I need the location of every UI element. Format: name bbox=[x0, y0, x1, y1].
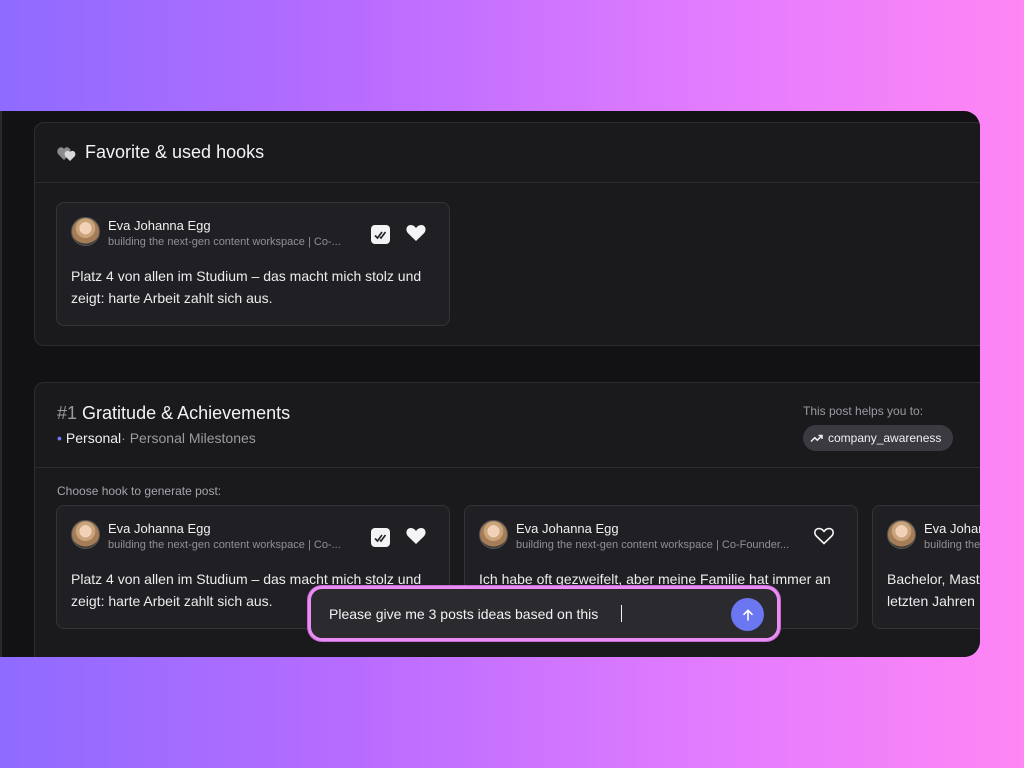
chat-input[interactable] bbox=[329, 602, 719, 626]
avatar bbox=[71, 520, 100, 549]
helps-label: This post helps you to: bbox=[803, 404, 924, 418]
text-cursor bbox=[621, 605, 622, 622]
double-check-icon bbox=[374, 534, 387, 542]
double-check-icon bbox=[374, 231, 387, 239]
hook-card[interactable]: Eva Johar building the Bachelor, Mast le… bbox=[872, 505, 980, 629]
author-name: Eva Johanna Egg bbox=[516, 521, 619, 536]
post-title-text: Gratitude & Achievements bbox=[82, 403, 291, 423]
send-button[interactable] bbox=[731, 598, 764, 631]
subcategory-label: · Personal Milestones bbox=[121, 430, 256, 446]
card-header: Eva Johanna Egg building the next-gen co… bbox=[71, 520, 435, 552]
author-name: Eva Johar bbox=[924, 521, 980, 536]
favorite-heart-button[interactable] bbox=[405, 223, 427, 243]
favorites-panel: Favorite & used hooks Eva Johanna Egg bu… bbox=[34, 122, 980, 346]
favorites-title: Favorite & used hooks bbox=[85, 142, 265, 162]
favorite-heart-button[interactable] bbox=[405, 526, 427, 546]
card-header: Eva Johanna Egg building the next-gen co… bbox=[479, 520, 843, 552]
card-header: Eva Johanna Egg building the next-gen co… bbox=[71, 217, 435, 249]
chat-input-bar bbox=[308, 586, 780, 641]
author-name: Eva Johanna Egg bbox=[108, 521, 211, 536]
heart-filled-icon bbox=[406, 225, 426, 241]
used-check-button[interactable] bbox=[371, 225, 390, 244]
author-bio: building the bbox=[924, 539, 980, 551]
goal-tag-label: company_awareness bbox=[828, 431, 942, 445]
divider bbox=[35, 467, 980, 468]
author-bio: building the next-gen content workspace … bbox=[108, 539, 341, 551]
heart-outline-icon bbox=[814, 527, 834, 545]
favorite-hook-card[interactable]: Eva Johanna Egg building the next-gen co… bbox=[56, 202, 450, 326]
trending-up-icon bbox=[810, 434, 823, 443]
heart-filled-icon bbox=[406, 528, 426, 544]
avatar bbox=[479, 520, 508, 549]
favorite-heart-button[interactable] bbox=[813, 526, 835, 546]
post-title: #1 Gratitude & Achievements bbox=[57, 403, 290, 424]
author-name: Eva Johanna Egg bbox=[108, 218, 211, 233]
avatar bbox=[887, 520, 916, 549]
hook-text: Platz 4 von allen im Studium – das macht… bbox=[71, 268, 422, 306]
used-check-button[interactable] bbox=[371, 528, 390, 547]
arrow-up-icon bbox=[742, 609, 753, 621]
hearts-icon bbox=[57, 144, 77, 162]
post-category: • Personal· Personal Milestones bbox=[57, 430, 256, 446]
hook-text: Bachelor, Mast letzten Jahren bbox=[887, 571, 980, 609]
avatar bbox=[71, 217, 100, 246]
author-bio: building the next-gen content workspace … bbox=[108, 236, 341, 248]
favorites-header: Favorite & used hooks bbox=[35, 123, 980, 183]
window-edge bbox=[0, 111, 2, 657]
post-number: #1 bbox=[57, 403, 78, 423]
app-window: Favorite & used hooks Eva Johanna Egg bu… bbox=[0, 111, 980, 657]
category-label: Personal bbox=[65, 430, 122, 446]
choose-hook-label: Choose hook to generate post: bbox=[57, 484, 222, 498]
card-header: Eva Johar building the bbox=[887, 520, 980, 552]
goal-tag: company_awareness bbox=[803, 425, 954, 451]
author-bio: building the next-gen content workspace … bbox=[516, 539, 790, 551]
category-dot: • bbox=[57, 430, 62, 446]
